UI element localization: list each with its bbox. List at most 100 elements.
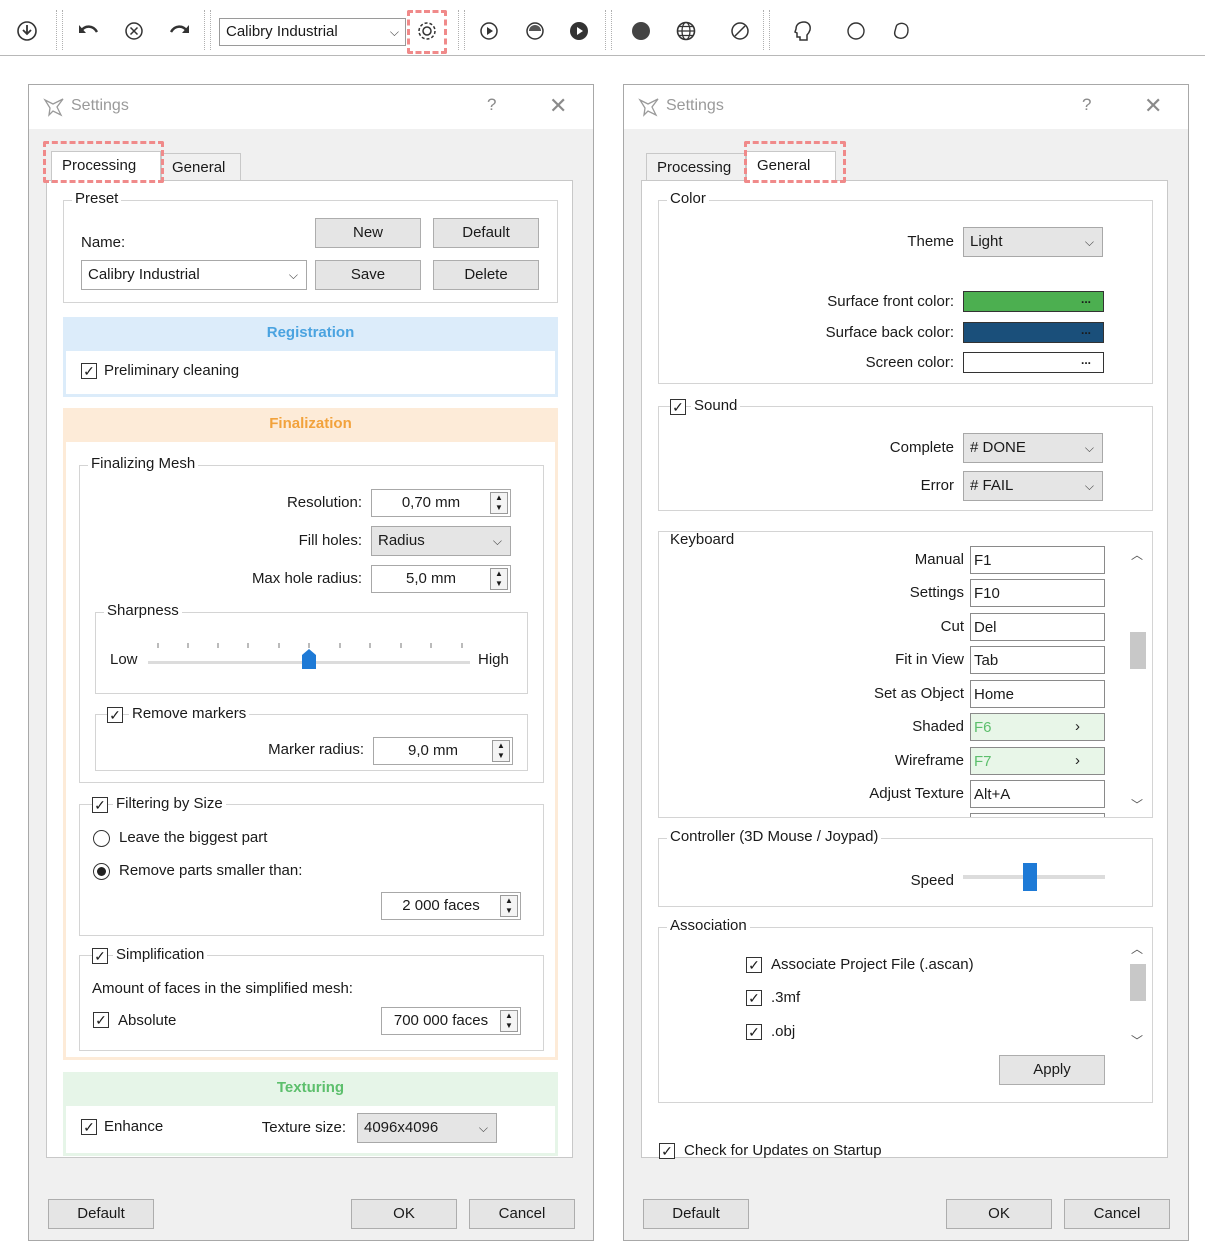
leave-biggest-radio[interactable] xyxy=(93,830,110,847)
new-preset-button[interactable]: New xyxy=(315,218,421,248)
association-scrollbar[interactable]: ︿ ﹀ xyxy=(1127,940,1149,1050)
enhance-checkbox[interactable]: ✓ xyxy=(81,1119,97,1135)
chevron-up-icon[interactable]: ︿ xyxy=(1131,546,1143,563)
marker-radius-spinbox[interactable]: 9,0 mm ▲ ▼ xyxy=(373,737,513,765)
processing-pane: Preset Name: New Default Calibry Industr… xyxy=(46,180,573,1158)
preset-group: Preset Name: New Default Calibry Industr… xyxy=(63,190,558,303)
remove-smaller-radio[interactable] xyxy=(93,863,110,880)
spin-arrows-icon[interactable]: ▲ ▼ xyxy=(490,568,508,590)
shortcut-field[interactable]: Del xyxy=(970,613,1105,641)
shortcut-label: Manual xyxy=(914,551,964,568)
default-button[interactable]: Default xyxy=(48,1199,154,1229)
default-preset-button[interactable]: Default xyxy=(433,218,539,248)
preset-combo[interactable]: Calibry Industrial ⌵ xyxy=(219,18,406,46)
surface-back-color-swatch[interactable]: ... xyxy=(963,322,1104,343)
spin-arrows-icon[interactable]: ▲ ▼ xyxy=(490,492,508,514)
preliminary-cleaning-label: Preliminary cleaning xyxy=(104,362,240,379)
keyboard-scrollbar[interactable]: ︿ ﹀ xyxy=(1127,546,1149,816)
download-icon[interactable] xyxy=(14,18,40,44)
settings-gear-icon[interactable] xyxy=(414,18,440,44)
theme-combo[interactable]: Light ⌵ xyxy=(963,227,1103,257)
screen-color-swatch[interactable]: ... xyxy=(963,352,1104,373)
check-updates-label: Check for Updates on Startup xyxy=(684,1142,882,1159)
ok-button[interactable]: OK xyxy=(351,1199,457,1229)
associate-ascan-checkbox[interactable]: ✓ xyxy=(746,957,762,973)
apply-button[interactable]: Apply xyxy=(999,1055,1105,1085)
max-hole-radius-spinbox[interactable]: 5,0 mm ▲ ▼ xyxy=(371,565,511,593)
texture-icon[interactable] xyxy=(522,18,548,44)
chevron-down-icon[interactable]: ﹀ xyxy=(1131,1032,1143,1049)
shortcut-field[interactable]: F1 xyxy=(970,546,1105,574)
close-button[interactable]: ✕ xyxy=(1144,93,1162,119)
circle-icon[interactable] xyxy=(843,18,869,44)
color-dots: ... xyxy=(1080,353,1091,367)
filtering-by-size-checkbox[interactable]: ✓ xyxy=(92,797,108,813)
simplified-faces-spinbox[interactable]: 700 000 faces ▲ ▼ xyxy=(381,1007,521,1035)
tab-processing[interactable]: Processing xyxy=(646,153,746,183)
associate-3mf-checkbox[interactable]: ✓ xyxy=(746,990,762,1006)
tab-general[interactable]: General xyxy=(746,151,836,183)
sharpness-slider[interactable] xyxy=(148,639,473,679)
associate-obj-checkbox[interactable]: ✓ xyxy=(746,1024,762,1040)
shortcut-field[interactable]: Alt+A xyxy=(970,780,1105,808)
surface-back-label: Surface back color: xyxy=(825,324,954,341)
absolute-checkbox[interactable]: ✓ xyxy=(93,1012,109,1028)
min-faces-spinbox[interactable]: 2 000 faces ▲ ▼ xyxy=(381,892,521,920)
delete-preset-button[interactable]: Delete xyxy=(433,260,539,290)
chevron-down-icon: ⌵ xyxy=(1084,441,1094,455)
cancel-button[interactable]: Cancel xyxy=(469,1199,575,1229)
cancel-button[interactable]: Cancel xyxy=(1064,1199,1170,1229)
chevron-down-icon[interactable]: ﹀ xyxy=(1131,796,1143,813)
spin-arrows-icon[interactable]: ▲ ▼ xyxy=(500,1010,518,1032)
block-icon[interactable] xyxy=(727,18,753,44)
surface-front-color-swatch[interactable]: ... xyxy=(963,291,1104,312)
texture-size-combo[interactable]: 4096x4096 ⌵ xyxy=(357,1113,497,1143)
shortcut-field-wireframe[interactable]: F7 › xyxy=(970,747,1105,775)
error-sound-combo[interactable]: # FAIL ⌵ xyxy=(963,471,1103,501)
simplification-checkbox[interactable]: ✓ xyxy=(92,948,108,964)
shape-icon[interactable] xyxy=(889,18,915,44)
shortcut-field[interactable] xyxy=(970,813,1105,817)
remove-markers-checkbox[interactable]: ✓ xyxy=(107,707,123,723)
shortcut-field[interactable]: Home xyxy=(970,680,1105,708)
tab-processing[interactable]: Processing xyxy=(51,151,161,183)
tab-general-label: General xyxy=(172,159,226,176)
tab-general[interactable]: General xyxy=(161,153,241,183)
chevron-up-icon[interactable]: ︿ xyxy=(1131,940,1143,957)
remove-markers-group: ✓ Remove markers Marker radius: 9,0 mm ▲… xyxy=(95,705,528,771)
play-icon[interactable] xyxy=(476,18,502,44)
resolution-spinbox[interactable]: 0,70 mm ▲ ▼ xyxy=(371,489,511,517)
sphere-icon[interactable] xyxy=(628,18,654,44)
preset-name-combo[interactable]: Calibry Industrial ⌵ xyxy=(81,260,307,290)
spin-arrows-icon[interactable]: ▲ ▼ xyxy=(492,740,510,762)
help-button[interactable]: ? xyxy=(1082,95,1091,115)
association-group: Association ✓ Associate Project File (.a… xyxy=(658,917,1153,1103)
redo-icon[interactable] xyxy=(166,18,192,44)
play-filled-icon[interactable] xyxy=(566,18,592,44)
help-button[interactable]: ? xyxy=(487,95,496,115)
fill-holes-combo[interactable]: Radius ⌵ xyxy=(371,526,511,556)
save-preset-button[interactable]: Save xyxy=(315,260,421,290)
cancel-icon[interactable] xyxy=(121,18,147,44)
shortcut-field[interactable]: F10 xyxy=(970,579,1105,607)
ok-button[interactable]: OK xyxy=(946,1199,1052,1229)
chevron-down-icon: ⌵ xyxy=(492,534,502,548)
shortcut-field-shaded[interactable]: F6 › xyxy=(970,713,1105,741)
spin-arrows-icon[interactable]: ▲ ▼ xyxy=(500,895,518,917)
speed-label: Speed xyxy=(910,872,954,889)
shortcut-field[interactable]: Tab xyxy=(970,646,1105,674)
check-updates-checkbox[interactable]: ✓ xyxy=(659,1143,675,1159)
globe-icon[interactable] xyxy=(673,18,699,44)
close-button[interactable]: ✕ xyxy=(549,93,567,119)
speed-slider[interactable] xyxy=(963,861,1105,893)
head-icon[interactable] xyxy=(790,18,816,44)
preliminary-cleaning-checkbox[interactable]: ✓ xyxy=(81,363,97,379)
scrollbar-thumb[interactable] xyxy=(1130,964,1146,1001)
sound-checkbox[interactable]: ✓ xyxy=(670,399,686,415)
default-button[interactable]: Default xyxy=(643,1199,749,1229)
sound-group: ✓ Sound Complete # DONE ⌵ Error # FAIL ⌵ xyxy=(658,397,1153,511)
complete-sound-combo[interactable]: # DONE ⌵ xyxy=(963,433,1103,463)
undo-icon[interactable] xyxy=(76,18,102,44)
preset-combo-value: Calibry Industrial xyxy=(226,23,338,40)
scrollbar-thumb[interactable] xyxy=(1130,632,1146,669)
